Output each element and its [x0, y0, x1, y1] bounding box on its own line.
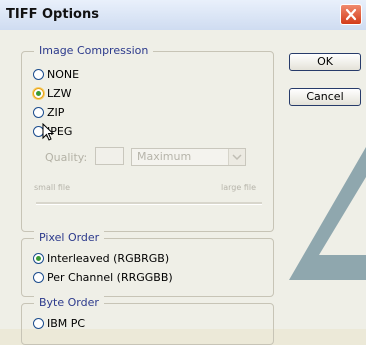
- radio-none[interactable]: NONE: [33, 67, 79, 81]
- quality-select-value: Maximum: [137, 150, 192, 163]
- radio-zip[interactable]: ZIP: [33, 105, 64, 119]
- byte-order-group: Byte Order IBM PC: [21, 296, 274, 345]
- quality-select[interactable]: Maximum: [131, 148, 246, 166]
- radio-per-channel-label: Per Channel (RRGGBB): [47, 270, 173, 284]
- quality-label: Quality:: [45, 151, 88, 164]
- pixel-order-group: Pixel Order Interleaved (RGBRGB) Per Cha…: [21, 231, 274, 297]
- image-compression-title: Image Compression: [34, 44, 154, 57]
- close-button[interactable]: [340, 4, 362, 25]
- cancel-button[interactable]: Cancel: [289, 88, 361, 106]
- radio-none-label: NONE: [47, 67, 80, 81]
- window-title: TIFF Options: [6, 7, 99, 22]
- radio-per-channel-button[interactable]: [33, 271, 44, 283]
- radio-zip-label: ZIP: [47, 105, 65, 119]
- radio-interleaved-label: Interleaved (RGBRGB): [47, 251, 170, 265]
- image-compression-group: Image Compression NONE LZW ZIP JPEG Qual…: [21, 44, 274, 232]
- dialog-body: Image Compression NONE LZW ZIP JPEG Qual…: [0, 30, 366, 345]
- close-icon: [345, 8, 357, 21]
- radio-lzw[interactable]: LZW: [33, 86, 72, 100]
- radio-ibm-pc-button[interactable]: [33, 317, 44, 329]
- radio-interleaved-button[interactable]: [33, 252, 44, 264]
- radio-zip-button[interactable]: [33, 106, 44, 118]
- quality-input[interactable]: [95, 147, 124, 165]
- pixel-order-title: Pixel Order: [34, 231, 105, 244]
- ok-button[interactable]: OK: [289, 53, 361, 71]
- radio-lzw-button[interactable]: [33, 87, 44, 99]
- large-file-label: large file: [221, 183, 256, 192]
- radio-none-button[interactable]: [33, 68, 44, 80]
- radio-interleaved[interactable]: Interleaved (RGBRGB): [33, 251, 169, 265]
- small-file-label: small file: [34, 183, 71, 192]
- radio-per-channel[interactable]: Per Channel (RRGGBB): [33, 270, 173, 284]
- quality-slider[interactable]: [36, 202, 262, 205]
- radio-ibm-pc-label: IBM PC: [47, 316, 86, 330]
- title-bar: TIFF Options: [0, 0, 366, 31]
- byte-order-title: Byte Order: [34, 296, 104, 309]
- radio-ibm-pc[interactable]: IBM PC: [33, 316, 85, 330]
- mouse-pointer-icon: [42, 123, 54, 141]
- chevron-down-icon: [228, 149, 245, 165]
- radio-lzw-label: LZW: [47, 86, 72, 100]
